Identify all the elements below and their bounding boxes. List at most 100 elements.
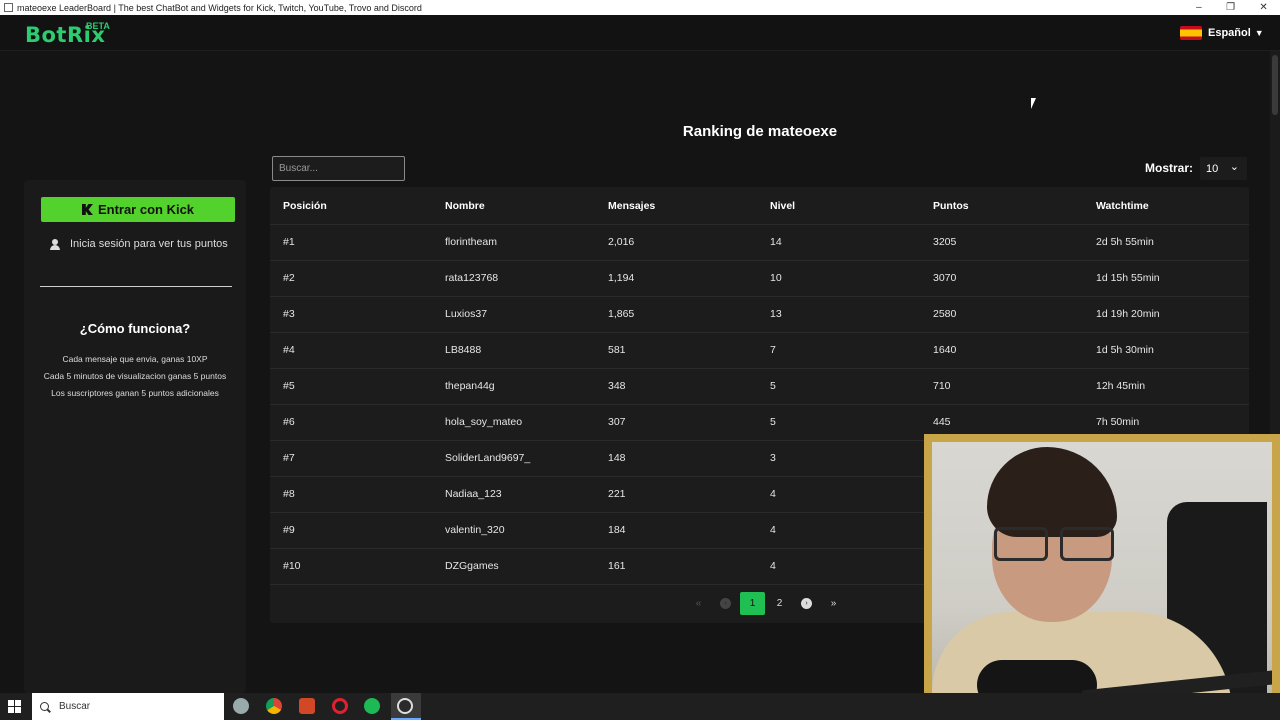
settings-icon[interactable]	[233, 698, 249, 714]
person-hair-shape	[987, 447, 1117, 537]
table-cell: 2d 5h 55min	[1096, 236, 1154, 248]
webcam-overlay	[924, 434, 1280, 720]
table-cell: 7	[770, 344, 776, 356]
table-cell: 148	[608, 452, 626, 464]
mouse-cursor-icon	[1031, 98, 1036, 109]
table-cell: hola_soy_mateo	[445, 416, 523, 428]
prev-page-button[interactable]: ‹	[713, 592, 738, 615]
table-cell: Luxios37	[445, 308, 488, 320]
table-cell: #7	[283, 452, 295, 464]
column-header: Watchtime	[1096, 200, 1149, 212]
table-cell: Nadiaa_123	[445, 488, 502, 500]
how-it-works-line: Cada 5 minutos de visualizacion ganas 5 …	[43, 371, 227, 381]
table-cell: #10	[283, 560, 301, 572]
spotify-icon[interactable]	[364, 698, 380, 714]
column-header: Puntos	[933, 200, 969, 212]
next-page-button[interactable]: ›	[794, 592, 819, 615]
table-row[interactable]: #5 thepan44g 348 5 710 12h 45min	[270, 368, 1249, 404]
table-cell: valentin_320	[445, 524, 505, 536]
chevron-down-icon: ⌄	[1229, 161, 1239, 173]
login-hint[interactable]: Inicia sesión para ver tus puntos	[50, 238, 228, 250]
minimize-icon[interactable]: –	[1196, 2, 1202, 13]
table-header-row: Posición Nombre Mensajes Nivel Puntos Watchti…	[270, 188, 1249, 224]
language-selector[interactable]: Español ▼	[1180, 21, 1264, 45]
first-page-button[interactable]: «	[686, 592, 711, 615]
kick-icon	[81, 204, 93, 215]
table-row[interactable]: #3 Luxios37 1,865 13 2580 1d 19h 20min	[270, 296, 1249, 332]
top-navbar: BotRix BETA Español ▼	[0, 15, 1280, 51]
window-titlebar: mateoexe LeaderBoard | The best ChatBot …	[0, 0, 1280, 15]
table-cell: thepan44g	[445, 380, 495, 392]
table-cell: 4	[770, 488, 776, 500]
table-cell: #1	[283, 236, 295, 248]
opera-icon[interactable]	[332, 698, 348, 714]
column-header: Nombre	[445, 200, 485, 212]
table-cell: 3205	[933, 236, 957, 248]
table-cell: 3070	[933, 272, 957, 284]
chrome-icon[interactable]	[266, 698, 282, 714]
how-it-works-line: Cada mensaje que envia, ganas 10XP	[62, 354, 208, 364]
table-cell: 5	[770, 380, 776, 392]
table-cell: 2580	[933, 308, 957, 320]
page-number: 2	[776, 597, 783, 609]
kick-login-button[interactable]: Entrar con Kick	[41, 197, 235, 222]
window-controls: – ❐ ✕	[1184, 2, 1280, 13]
table-cell: 4	[770, 524, 776, 536]
how-it-works-title: ¿Cómo funciona?	[79, 321, 191, 336]
taskbar: Buscar	[0, 693, 1280, 720]
table-cell: DZGgames	[445, 560, 499, 572]
table-cell: 1640	[933, 344, 957, 356]
page-button-2[interactable]: 2	[767, 592, 792, 615]
table-cell: 348	[608, 380, 626, 392]
powerpoint-icon[interactable]	[299, 698, 315, 714]
page-number: 1	[749, 597, 756, 609]
table-row[interactable]: #1 florintheam 2,016 14 3205 2d 5h 55min	[270, 224, 1249, 260]
column-header: Mensajes	[608, 200, 656, 212]
table-cell: 221	[608, 488, 626, 500]
table-cell: 184	[608, 524, 626, 536]
taskbar-search[interactable]: Buscar	[32, 693, 224, 720]
prev-page-icon: ‹	[720, 597, 731, 609]
table-cell: #4	[283, 344, 295, 356]
windows-start-icon[interactable]	[8, 700, 21, 713]
search-input[interactable]	[272, 156, 405, 181]
table-cell: 12h 45min	[1096, 380, 1146, 392]
table-cell: 581	[608, 344, 626, 356]
search-icon	[40, 702, 49, 711]
pagination: « ‹ 1 2 › »	[686, 591, 848, 615]
table-cell: 2,016	[608, 236, 635, 248]
table-cell: 13	[770, 308, 782, 320]
table-cell: 161	[608, 560, 626, 572]
table-row[interactable]: #2 rata123768 1,194 10 3070 1d 15h 55min	[270, 260, 1249, 296]
how-it-works-list: Cada mensaje que envia, ganas 10XP Cada …	[24, 351, 246, 402]
table-cell: #2	[283, 272, 295, 284]
table-cell: florintheam	[445, 236, 497, 248]
table-cell: #5	[283, 380, 295, 392]
how-it-works-line: Los suscriptores ganan 5 puntos adiciona…	[51, 388, 219, 398]
scrollbar-thumb[interactable]	[1272, 55, 1278, 115]
table-cell: #8	[283, 488, 295, 500]
table-cell: 307	[608, 416, 626, 428]
table-cell: 1d 15h 55min	[1096, 272, 1160, 284]
last-page-icon: »	[830, 597, 837, 609]
restore-icon[interactable]: ❐	[1226, 2, 1235, 13]
obs-icon[interactable]	[397, 698, 413, 714]
table-row[interactable]: #4 LB8488 581 7 1640 1d 5h 30min	[270, 332, 1249, 368]
sidebar: Entrar con Kick Inicia sesión para ver t…	[24, 180, 246, 693]
table-cell: 10	[770, 272, 782, 284]
show-count-select[interactable]: 10 ⌄	[1200, 157, 1247, 180]
table-cell: 14	[770, 236, 782, 248]
show-count-label: Mostrar:	[1145, 161, 1194, 175]
table-cell: #3	[283, 308, 295, 320]
sidebar-divider	[40, 286, 232, 287]
spain-flag-icon	[1180, 26, 1202, 40]
table-cell: 710	[933, 380, 951, 392]
table-cell: 1d 5h 30min	[1096, 344, 1154, 356]
page-button-1[interactable]: 1	[740, 591, 765, 615]
last-page-button[interactable]: »	[821, 592, 846, 615]
show-count-value: 10	[1206, 162, 1219, 175]
close-icon[interactable]: ✕	[1259, 2, 1267, 13]
table-cell: rata123768	[445, 272, 499, 284]
chevron-down-icon: ▼	[1254, 28, 1264, 38]
table-cell: SoliderLand9697_	[445, 452, 531, 464]
